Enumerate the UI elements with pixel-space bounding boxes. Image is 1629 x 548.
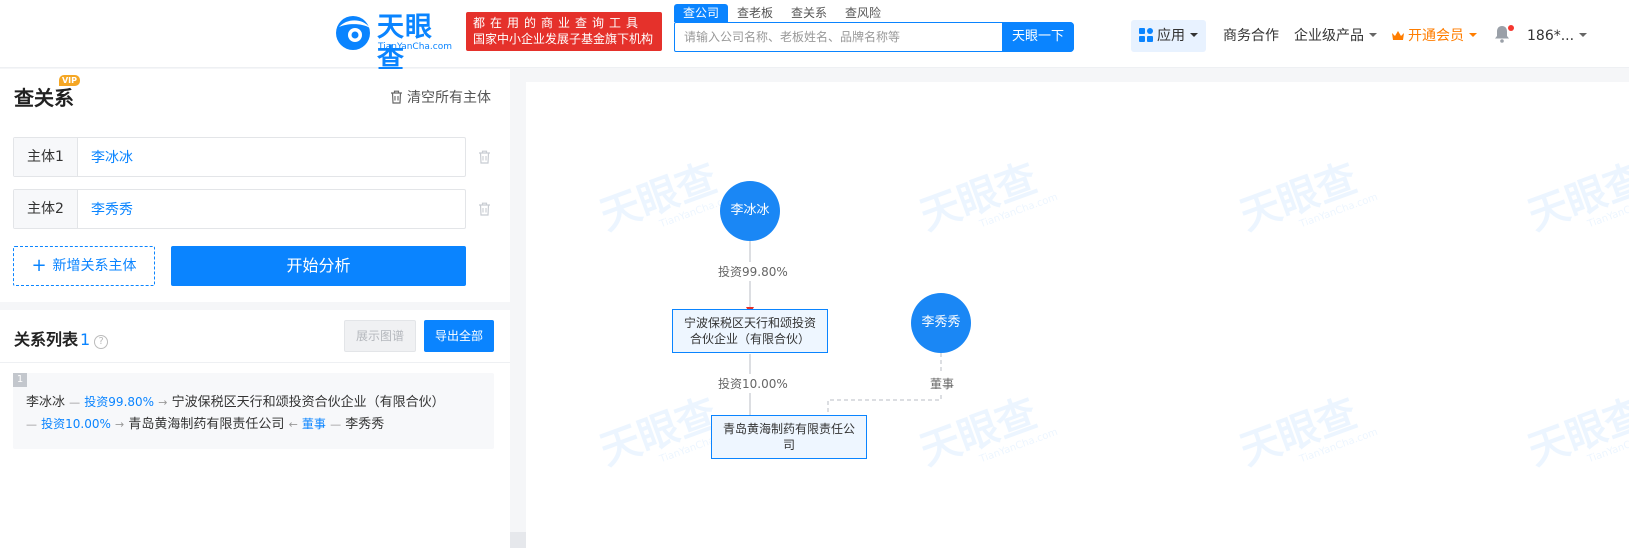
graph-node-company-2[interactable]: 青岛黄海制药有限责任公司 xyxy=(711,415,867,459)
page-title: 查关系 xyxy=(14,86,74,110)
path-company-2[interactable]: 青岛黄海制药有限责任公司 xyxy=(128,417,284,432)
path-arrow: → xyxy=(115,418,125,431)
tianyancha-logo[interactable]: 天眼查 TianYanCha.com xyxy=(333,12,458,75)
trash-icon xyxy=(391,90,402,104)
user-menu[interactable]: 186*... xyxy=(1527,20,1588,52)
slogan-line-1: 都在用的商业查询工具 xyxy=(473,16,644,30)
vip-badge: VIP xyxy=(59,75,80,86)
tab-search-relation[interactable]: 查关系 xyxy=(782,4,836,22)
graph-node-person-1[interactable]: 李冰冰 xyxy=(720,181,780,241)
list-divider xyxy=(0,362,510,363)
logo-domain-text: TianYanCha.com xyxy=(378,42,453,52)
search-tabs: 查公司 查老板 查关系 查风险 xyxy=(674,4,890,22)
chevron-down-icon xyxy=(1579,33,1588,37)
path-arrow: ← xyxy=(288,418,298,431)
nav-vip-menu[interactable]: 开通会员 xyxy=(1391,20,1477,52)
edge-director xyxy=(827,353,942,424)
crown-icon xyxy=(1392,31,1404,40)
slogan-line-2: 国家中小企业发展子基金旗下机构 xyxy=(473,32,654,46)
edge-label-invest-1: 投资99.80% xyxy=(716,262,790,281)
edge-label-director: 董事 xyxy=(928,374,957,393)
relation-list-title: 关系列表 1? xyxy=(14,326,109,350)
path-edge-3: 董事 xyxy=(301,417,326,431)
notification-dot xyxy=(1508,25,1514,31)
tab-search-boss[interactable]: 查老板 xyxy=(728,4,782,22)
graph-node-company-1[interactable]: 宁波保税区天行和颂投资合伙企业（有限合伙） xyxy=(672,309,828,353)
apps-grid-icon xyxy=(1139,28,1153,42)
relation-list-item[interactable]: 1 李冰冰 — 投资99.80% → 宁波保税区天行和颂投资合伙企业（有限合伙）… xyxy=(13,373,494,449)
path-arrow: — xyxy=(26,418,37,431)
nav-enterprise-menu[interactable]: 企业级产品 xyxy=(1294,20,1377,52)
nav-business[interactable]: 商务合作 xyxy=(1223,20,1279,52)
relation-path-line-1: 李冰冰 — 投资99.80% → 宁波保税区天行和颂投资合伙企业（有限合伙） xyxy=(26,391,445,410)
add-entity-button[interactable]: + 新增关系主体 xyxy=(13,246,155,286)
nav-enterprise-label: 企业级产品 xyxy=(1294,28,1364,44)
show-graph-button[interactable]: 展示图谱 xyxy=(344,320,416,352)
delete-entity-1-icon[interactable] xyxy=(478,150,491,164)
relation-path-line-2: — 投资10.00% → 青岛黄海制药有限责任公司 ← 董事 — 李秀秀 xyxy=(26,413,384,432)
delete-entity-2-icon[interactable] xyxy=(478,202,491,216)
add-entity-label: 新增关系主体 xyxy=(52,258,137,274)
nav-app-label: 应用 xyxy=(1157,28,1185,44)
search-button[interactable]: 天眼一下 xyxy=(1002,22,1074,52)
path-person-2: 李秀秀 xyxy=(345,417,385,432)
relation-list-title-text: 关系列表 xyxy=(14,330,79,349)
scrollbar-thumb[interactable] xyxy=(510,532,526,548)
search-input[interactable] xyxy=(675,23,1003,51)
relation-count: 1 xyxy=(80,330,91,349)
relation-graph-canvas[interactable]: 天眼查 TianYanCha.com 天眼查 TianYanCha.com 天眼查 T… xyxy=(526,82,1629,548)
top-header: 天眼查 TianYanCha.com 都在用的商业查询工具 国家中小企业发展子基… xyxy=(0,0,1629,75)
chevron-down-icon xyxy=(1469,33,1477,37)
path-arrow: → xyxy=(158,396,168,409)
path-edge-2: 投资10.00% xyxy=(41,417,111,431)
chevron-down-icon xyxy=(1369,33,1377,37)
clear-all-label: 清空所有主体 xyxy=(407,90,491,106)
user-phone-label: 186*... xyxy=(1527,28,1575,44)
path-company-1[interactable]: 宁波保税区天行和颂投资合伙企业（有限合伙） xyxy=(172,395,445,410)
plus-icon: + xyxy=(31,255,47,276)
chevron-down-icon xyxy=(1190,33,1198,37)
help-icon[interactable]: ? xyxy=(94,335,109,349)
logo-mark-icon xyxy=(336,16,370,50)
path-person-1: 李冰冰 xyxy=(26,395,66,410)
clear-all-entities-button[interactable]: 清空所有主体 xyxy=(390,87,491,107)
path-edge-1: 投资99.80% xyxy=(84,395,155,409)
start-analysis-button[interactable]: 开始分析 xyxy=(171,246,466,286)
entity-row-1: 主体1 xyxy=(13,137,466,177)
relation-index: 1 xyxy=(13,373,27,387)
export-all-button[interactable]: 导出全部 xyxy=(424,320,494,352)
nav-vip-label: 开通会员 xyxy=(1408,28,1464,44)
path-arrow: — xyxy=(69,396,81,409)
path-arrow: — xyxy=(330,418,342,431)
search-box: 天眼一下 xyxy=(674,22,1074,52)
entity-input-1[interactable] xyxy=(78,138,464,176)
panel-divider xyxy=(510,68,526,548)
nav-app-menu[interactable]: 应用 xyxy=(1131,20,1206,52)
tab-search-risk[interactable]: 查风险 xyxy=(836,4,890,22)
entity-label-1: 主体1 xyxy=(14,138,78,176)
notification-button[interactable] xyxy=(1494,20,1514,52)
entity-row-2: 主体2 xyxy=(13,189,466,229)
slogan-banner: 都在用的商业查询工具 国家中小企业发展子基金旗下机构 xyxy=(466,12,662,51)
graph-node-person-2[interactable]: 李秀秀 xyxy=(911,293,971,353)
tab-search-company[interactable]: 查公司 xyxy=(674,4,729,22)
entity-input-2[interactable] xyxy=(78,190,464,228)
edge-label-invest-2: 投资10.00% xyxy=(716,374,790,393)
entity-label-2: 主体2 xyxy=(14,190,78,228)
